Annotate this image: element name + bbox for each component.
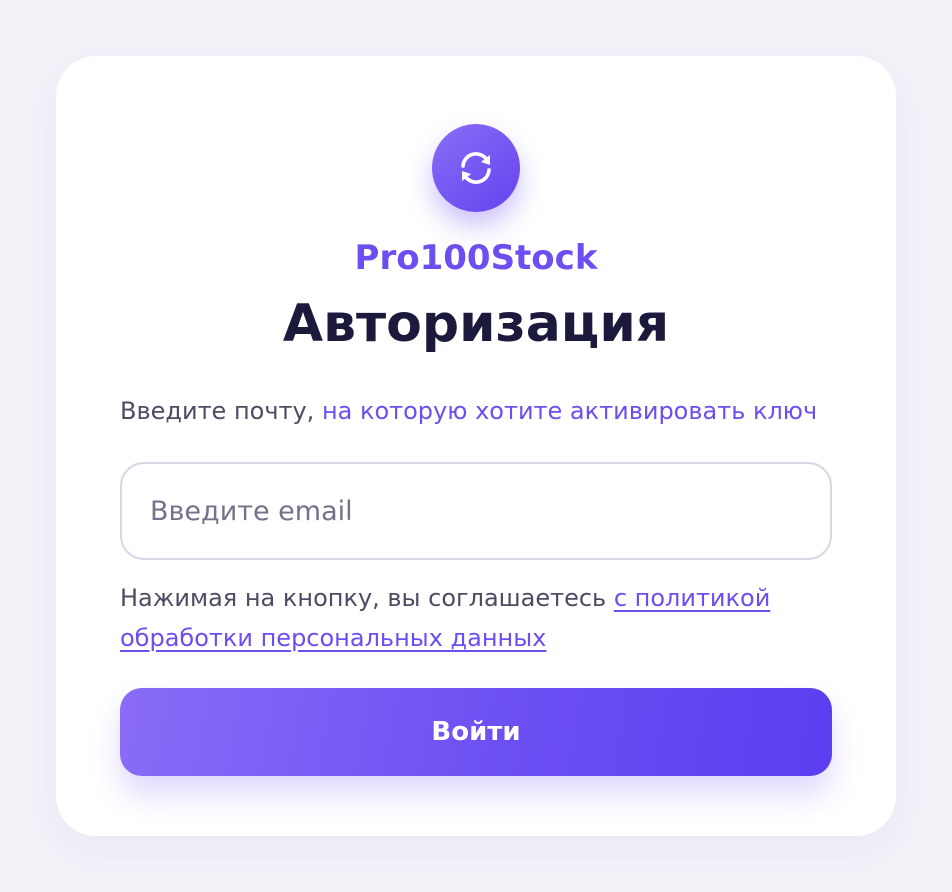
consent-text: Нажимая на кнопку, вы соглашаетесь с пол… [120, 578, 832, 658]
email-field [120, 462, 832, 560]
brand-name: Pro100Stock [354, 238, 598, 278]
auth-card: Pro100Stock Авторизация Введите почту, н… [56, 56, 896, 836]
instruction-text-accent: на которую хотите активировать ключ [321, 397, 818, 425]
logo-badge [432, 124, 520, 212]
consent-text-plain: Нажимая на кнопку, вы соглашаетесь [120, 584, 614, 612]
instruction-text: Введите почту, на которую хотите активир… [120, 394, 840, 428]
login-button[interactable]: Войти [120, 688, 832, 776]
instruction-text-plain: Введите почту, [120, 397, 322, 425]
refresh-icon [461, 152, 491, 184]
email-input[interactable] [122, 464, 830, 558]
page-title: Авторизация [282, 294, 670, 354]
